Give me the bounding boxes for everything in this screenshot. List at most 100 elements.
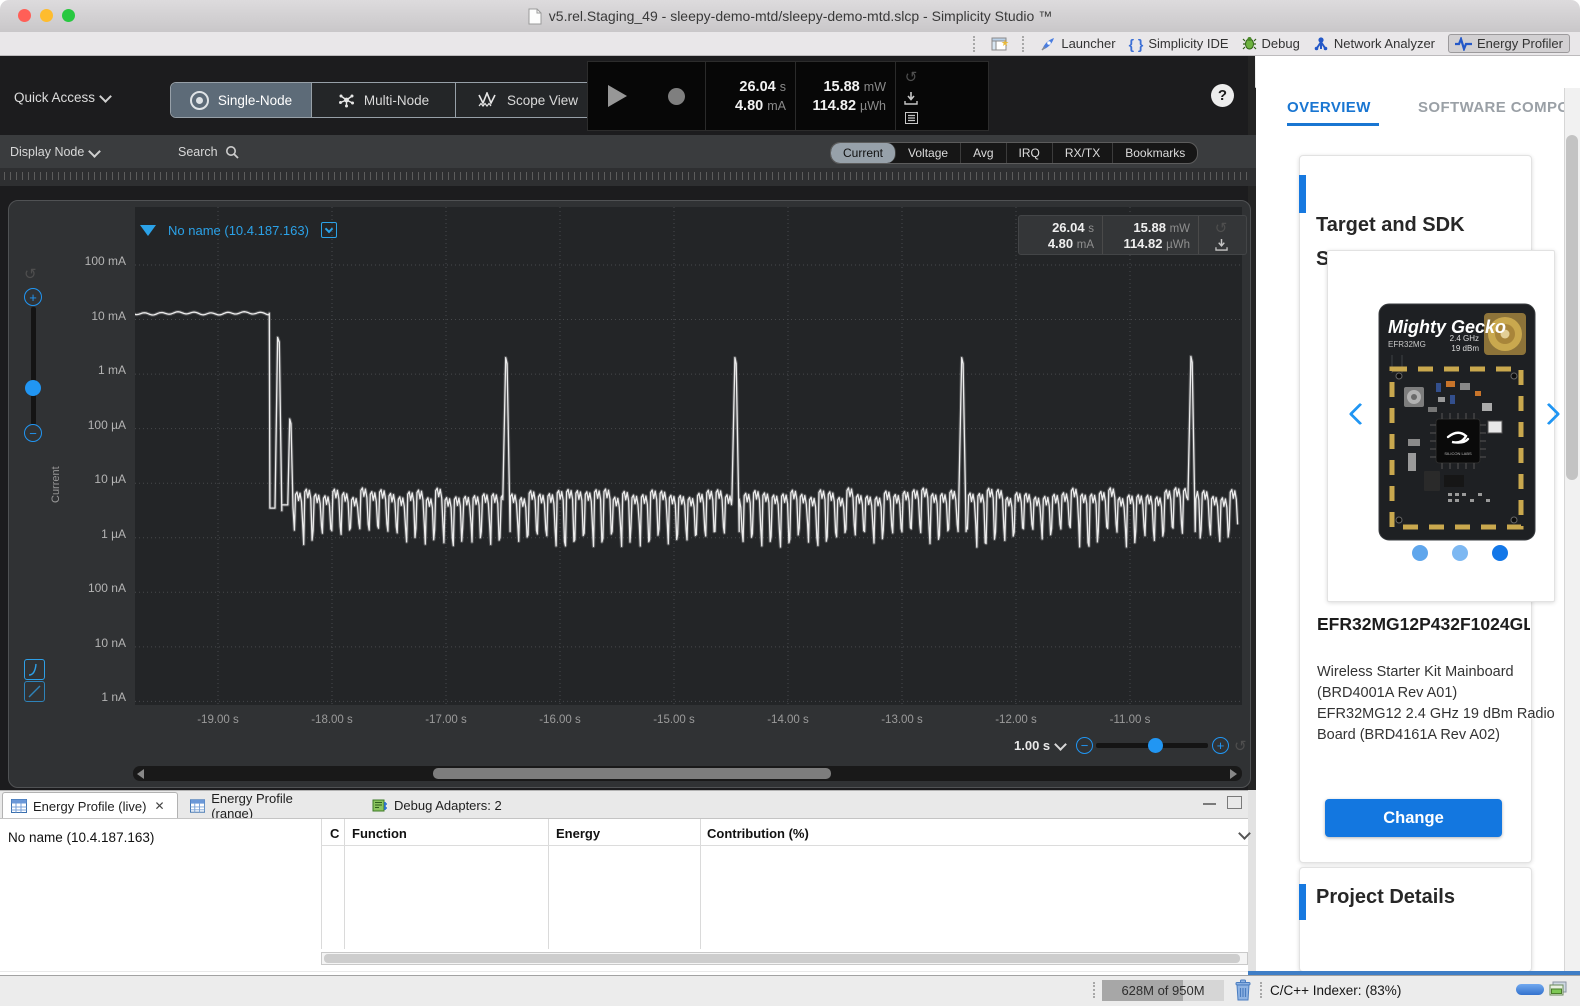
close-icon[interactable]: ✕ <box>154 799 164 813</box>
current-value: 4.80 <box>734 97 764 114</box>
perspective-network-analyzer[interactable]: Network Analyzer <box>1313 36 1435 51</box>
timeline-ruler <box>0 168 1256 186</box>
document-icon <box>528 8 542 24</box>
indexer-progress-bar <box>1516 984 1544 995</box>
perspective-simplicity-ide[interactable]: { } Simplicity IDE <box>1129 36 1229 52</box>
tab-label: Energy Profile (live) <box>33 798 147 814</box>
change-target-button[interactable]: Change <box>1325 799 1502 837</box>
carousel-dot-1[interactable] <box>1412 545 1428 561</box>
scope-view-button[interactable]: Scope View <box>456 83 600 117</box>
linear-scale-toggle[interactable] <box>24 681 45 702</box>
zoom-slider-thumb[interactable] <box>25 380 41 396</box>
multi-node-button[interactable]: Multi-Node <box>312 83 456 117</box>
svg-text:EFR32MG: EFR32MG <box>1388 340 1426 349</box>
zoom-slider-track[interactable] <box>31 307 36 425</box>
column-header-contribution[interactable]: Contribution (%) <box>707 826 809 841</box>
undo-zoom-icon[interactable]: ↺ <box>24 265 37 283</box>
heap-usage-label: 628M of 950M <box>1121 983 1205 998</box>
play-button[interactable] <box>608 85 628 107</box>
column-header-energy[interactable]: Energy <box>556 826 600 841</box>
open-perspective-button[interactable]: ★ <box>991 36 1009 52</box>
bottom-node-label[interactable]: No name (10.4.187.163) <box>8 830 154 845</box>
scroll-left-icon[interactable] <box>137 769 144 779</box>
radio-board-image: Mighty Gecko EFR32MG 2.4 GHz 19 dBm SILI… <box>1378 303 1536 541</box>
launcher-rocket-icon <box>1041 37 1055 51</box>
table-column-divider[interactable] <box>344 819 345 949</box>
tab-avg[interactable]: Avg <box>961 143 1007 163</box>
editor-sash-lower[interactable] <box>1248 790 1256 971</box>
tab-bookmarks[interactable]: Bookmarks <box>1113 143 1197 163</box>
carousel-dot-2[interactable] <box>1452 545 1468 561</box>
export-download-icon[interactable] <box>1214 239 1228 251</box>
window-title-wrap: v5.rel.Staging_49 - sleepy-demo-mtd/slee… <box>0 0 1580 32</box>
right-panel-scrollbar-thumb[interactable] <box>1566 135 1578 480</box>
perspective-debug[interactable]: Debug <box>1242 36 1300 51</box>
undo-icon[interactable]: ↺ <box>1215 219 1228 237</box>
heap-status[interactable]: 628M of 950M <box>1102 980 1224 1001</box>
export-download-icon[interactable] <box>904 92 918 106</box>
hzoom-out-button[interactable]: − <box>1076 737 1093 754</box>
capture-tools: ↺ <box>896 62 926 130</box>
simplicity-studio-window: { "window": { "title": "v5.rel.Staging_4… <box>0 0 1580 1006</box>
hzoom-slider-thumb[interactable] <box>1148 738 1163 753</box>
node-collapse-triangle-icon[interactable] <box>140 224 156 236</box>
project-details-card <box>1299 867 1532 972</box>
quick-access-button[interactable]: Quick Access <box>14 86 112 108</box>
node-select-checkbox[interactable] <box>320 222 337 238</box>
perspective-energy-profiler[interactable]: Energy Profiler <box>1448 34 1570 53</box>
help-button[interactable]: ? <box>1211 84 1234 107</box>
perspective-label: Network Analyzer <box>1333 36 1436 51</box>
help-label: ? <box>1217 87 1228 104</box>
undo-icon[interactable]: ↺ <box>905 68 918 86</box>
hzoom-in-button[interactable]: + <box>1212 737 1229 754</box>
chart-scrollbar-thumb[interactable] <box>433 768 831 779</box>
display-node-dropdown[interactable]: Display Node <box>10 142 102 162</box>
project-details-title: Project Details <box>1316 886 1455 908</box>
table-column-divider[interactable] <box>700 819 701 949</box>
log-scale-toggle[interactable] <box>24 659 45 680</box>
table-horizontal-scrollbar[interactable] <box>321 952 1248 965</box>
debug-adapter-icon <box>372 799 387 812</box>
window-title: v5.rel.Staging_49 - sleepy-demo-mtd/slee… <box>548 8 1053 24</box>
x-axis-tick-label: -19.00 s <box>197 714 239 726</box>
x-axis-tick-label: -17.00 s <box>425 714 467 726</box>
scroll-right-icon[interactable] <box>1230 769 1237 779</box>
column-header-c[interactable]: C <box>330 826 339 841</box>
table-column-divider[interactable] <box>548 819 549 949</box>
current-waveform <box>134 207 1242 705</box>
minimize-view-icon[interactable] <box>1203 800 1216 805</box>
search-control[interactable]: Search <box>178 142 239 162</box>
radio-icon <box>189 90 209 110</box>
search-icon <box>225 146 239 159</box>
zoom-in-button[interactable]: + <box>24 288 42 306</box>
tab-overview[interactable]: OVERVIEW <box>1287 99 1371 116</box>
node-label[interactable]: No name (10.4.187.163) <box>168 223 309 238</box>
tab-energy-profile-live[interactable]: Energy Profile (live) ✕ <box>2 792 178 819</box>
column-header-function[interactable]: Function <box>352 826 407 841</box>
run-garbage-collector-icon[interactable] <box>1233 979 1253 1002</box>
time-value: 26.04 <box>739 78 776 95</box>
record-button[interactable] <box>667 87 685 105</box>
titlebar[interactable]: v5.rel.Staging_49 - sleepy-demo-mtd/slee… <box>0 0 1580 33</box>
tab-energy-profile-range[interactable]: Energy Profile (range) <box>182 791 340 821</box>
tab-voltage[interactable]: Voltage <box>896 143 962 163</box>
x-axis-tick-label: -15.00 s <box>653 714 695 726</box>
tab-rxtx[interactable]: RX/TX <box>1053 143 1114 163</box>
background-jobs-icon[interactable] <box>1549 981 1568 998</box>
single-node-button[interactable]: Single-Node <box>171 83 312 117</box>
maximize-view-icon[interactable] <box>1227 796 1242 809</box>
table-scrollbar-thumb[interactable] <box>324 954 1240 963</box>
x-axis-tick-label: -12.00 s <box>995 714 1037 726</box>
carousel-dot-3[interactable] <box>1492 545 1508 561</box>
report-list-icon[interactable] <box>904 111 918 124</box>
interval-dropdown[interactable]: 1.00 s <box>1014 735 1068 755</box>
tab-irq[interactable]: IRQ <box>1007 143 1053 163</box>
undo-hzoom-icon[interactable]: ↺ <box>1234 737 1247 755</box>
perspective-launcher[interactable]: Launcher <box>1040 36 1116 52</box>
tab-debug-adapters[interactable]: Debug Adapters: 2 <box>364 792 522 819</box>
x-axis-tick-label: -16.00 s <box>539 714 581 726</box>
zoom-out-button[interactable]: − <box>24 424 42 442</box>
tab-current[interactable]: Current <box>831 143 897 163</box>
tab-software-components[interactable]: SOFTWARE COMPONENTS <box>1418 99 1564 116</box>
chart-plot-area[interactable] <box>134 207 1242 705</box>
